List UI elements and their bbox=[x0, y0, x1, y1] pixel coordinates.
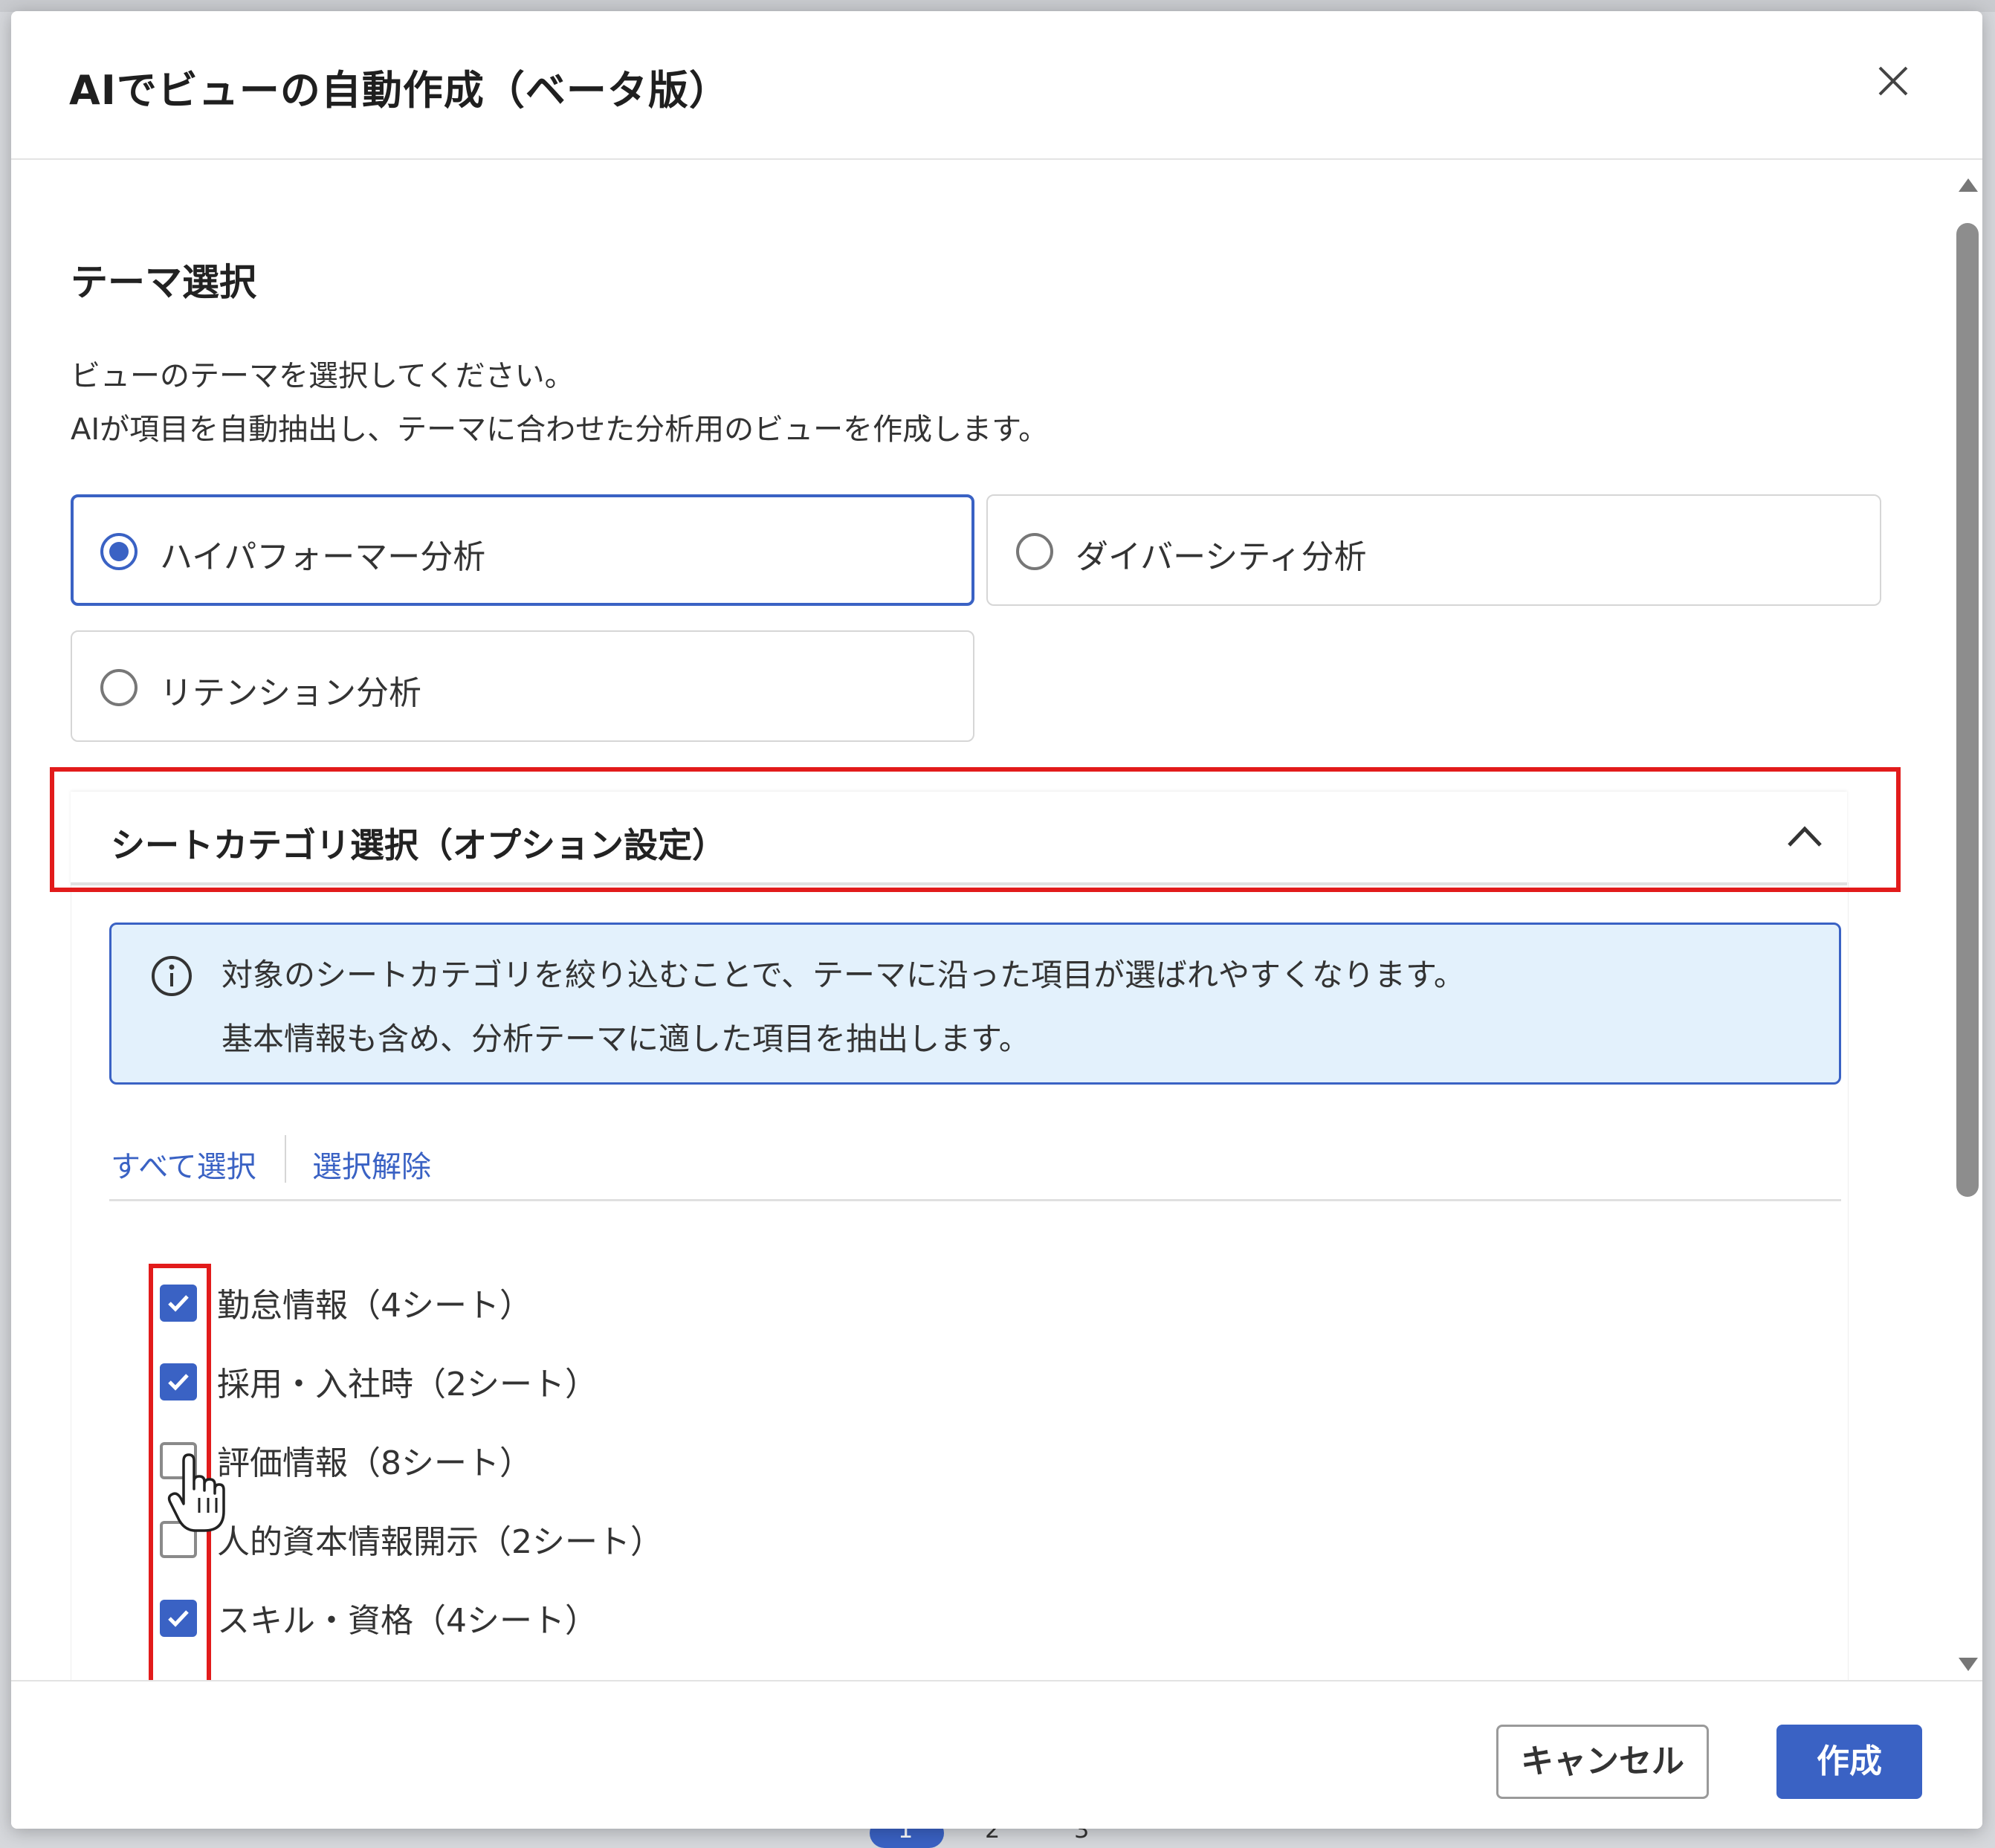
theme-description: AIが項目を自動抽出し、テーマに合わせた分析用のビューを作成します。 bbox=[71, 413, 1049, 447]
link-divider bbox=[285, 1135, 286, 1183]
scroll-down-arrow-icon[interactable] bbox=[1959, 1658, 1978, 1671]
scroll-thumb[interactable] bbox=[1956, 223, 1979, 1197]
dialog-body: テーマ選択 ビューのテーマを選択してください。 AIが項目を自動抽出し、テーマに… bbox=[11, 160, 1982, 1680]
theme-option-label: ダイバーシティ分析 bbox=[1076, 538, 1367, 576]
checkbox-unchecked[interactable] bbox=[160, 1442, 197, 1479]
theme-option-diversity[interactable]: ダイバーシティ分析 bbox=[986, 494, 1881, 606]
chevron-up-icon bbox=[1788, 826, 1822, 847]
close-button[interactable] bbox=[1869, 57, 1917, 105]
theme-section-title: テーマ選択 bbox=[71, 261, 256, 304]
background-toolbar bbox=[0, 0, 1995, 12]
dialog-header: AIでビューの自動作成（ベータ版） bbox=[11, 11, 1982, 160]
scroll-up-arrow-icon[interactable] bbox=[1959, 178, 1978, 192]
ai-view-create-dialog: AIでビューの自動作成（ベータ版） テーマ選択 ビューのテーマを選択してください… bbox=[11, 11, 1982, 1829]
category-label: 人的資本情報開示（2シート） bbox=[217, 1523, 663, 1561]
radio-unselected-icon bbox=[1016, 533, 1053, 570]
info-text: 対象のシートカテゴリを絞り込むことで、テーマに沿った項目が選ばれやすくなります。 bbox=[222, 957, 1465, 993]
info-text: 基本情報も含め、分析テーマに適した項目を抽出します。 bbox=[222, 1021, 1030, 1057]
theme-option-retention[interactable]: リテンション分析 bbox=[71, 630, 974, 742]
dialog-title: AIでビューの自動作成（ベータ版） bbox=[69, 67, 730, 114]
check-icon bbox=[168, 1295, 189, 1312]
sheet-category-title: シートカテゴリ選択（オプション設定） bbox=[111, 825, 726, 865]
deselect-all-link[interactable]: 選択解除 bbox=[312, 1143, 431, 1186]
theme-description: ビューのテーマを選択してください。 bbox=[71, 359, 575, 393]
category-label: 評価情報（8シート） bbox=[217, 1444, 532, 1482]
cancel-button[interactable]: キャンセル bbox=[1496, 1725, 1709, 1799]
sheet-category-accordion-header[interactable]: シートカテゴリ選択（オプション設定） bbox=[71, 792, 1847, 885]
category-label: 勤怠情報（4シート） bbox=[217, 1287, 532, 1325]
checkbox-checked[interactable] bbox=[160, 1363, 197, 1400]
checkbox-checked[interactable] bbox=[160, 1600, 197, 1637]
info-icon bbox=[152, 956, 192, 996]
checkbox-checked[interactable] bbox=[160, 1285, 197, 1322]
divider bbox=[109, 1199, 1841, 1201]
category-label: 採用・入社時（2シート） bbox=[217, 1366, 598, 1403]
radio-selected-icon bbox=[100, 533, 138, 570]
select-all-link[interactable]: すべて選択 bbox=[111, 1143, 256, 1186]
theme-option-label: ハイパフォーマー分析 bbox=[160, 538, 486, 576]
category-label: スキル・資格（4シート） bbox=[217, 1602, 598, 1640]
checkbox-unchecked[interactable] bbox=[160, 1521, 197, 1558]
check-icon bbox=[168, 1610, 189, 1627]
theme-option-high-performer[interactable]: ハイパフォーマー分析 bbox=[71, 494, 974, 606]
radio-unselected-icon bbox=[100, 669, 138, 706]
create-button[interactable]: 作成 bbox=[1776, 1725, 1922, 1799]
check-icon bbox=[168, 1374, 189, 1391]
close-icon bbox=[1878, 66, 1908, 96]
theme-option-label: リテンション分析 bbox=[160, 674, 421, 712]
vertical-scrollbar[interactable] bbox=[1953, 178, 1982, 1680]
dialog-footer: キャンセル 作成 bbox=[11, 1680, 1982, 1829]
info-message-box: 対象のシートカテゴリを絞り込むことで、テーマに沿った項目が選ばれやすくなります。… bbox=[109, 923, 1841, 1085]
